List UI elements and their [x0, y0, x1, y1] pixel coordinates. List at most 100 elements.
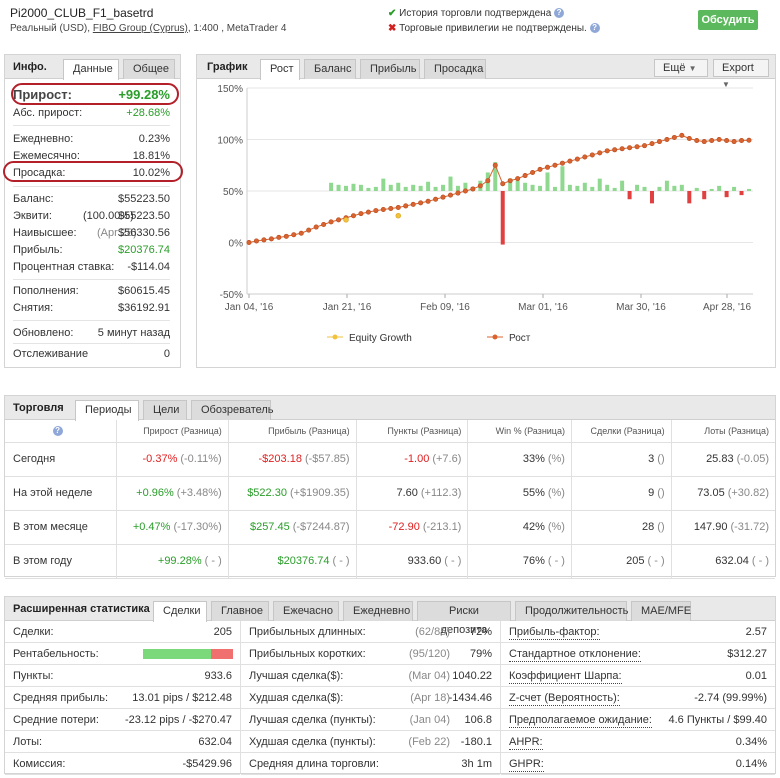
growth-point	[313, 224, 319, 230]
daily-bar	[582, 182, 587, 191]
cell-profit: $257.45 (-$7244.87)	[228, 510, 357, 545]
daily-bar	[702, 191, 707, 200]
legend-equity-label: Equity Growth	[349, 333, 412, 344]
tab-profit[interactable]: Прибыль	[360, 59, 420, 79]
stat-row: Коэффициент Шарпа: 0.01	[501, 665, 775, 687]
tab-general[interactable]: Общее	[123, 59, 175, 79]
table-header-row: ? Прирост (Разница) Прибыль (Разница) Пу…	[5, 420, 775, 443]
growth-chart: 150% 100% 50% 0% -50%Jan 04, '16 Jan 21, '16 F…	[217, 84, 753, 344]
growth-point	[724, 138, 730, 144]
daily-row: Ежедневно: 0.23%	[13, 133, 170, 145]
growth-point	[567, 158, 573, 164]
tab-goals[interactable]: Цели	[143, 400, 187, 420]
stat-label[interactable]: Стандартное отклонение:	[509, 647, 641, 662]
stat-row: Стандартное отклонение: $312.27	[501, 643, 775, 665]
account-title: Pi2000_CLUB_F1_basetrd	[10, 6, 154, 20]
cell-pips: -1.00 (+7.6)	[356, 442, 469, 477]
broker-link[interactable]: FIBO Group (Cyprus)	[93, 23, 188, 34]
tab-duration[interactable]: Продолжительность	[515, 601, 628, 621]
growth-point	[246, 240, 252, 246]
stat-meta: (Jan 04)	[409, 714, 450, 726]
status-verified: ✔ История торговли подтверждена ?	[388, 8, 565, 19]
highest-row: Наивысшее: (Apr 28) $56330.56	[13, 227, 170, 239]
stat-value: 0.01	[745, 670, 767, 682]
stat-value: 2.57	[745, 626, 767, 638]
tab-growth[interactable]: Рост	[260, 59, 300, 80]
cell-gain: -0.37% (-0.11%)	[116, 442, 229, 477]
x-tick-label: Mar 01, '16	[518, 302, 568, 313]
tab-deposit-risk[interactable]: Риски депозита	[417, 601, 511, 636]
growth-point	[716, 136, 722, 142]
discuss-button[interactable]: Обсудить	[698, 10, 758, 30]
growth-point	[321, 221, 327, 227]
extended-col-best-worst: Прибыльных длинных: (62/85) 72% Прибыльных …	[241, 621, 501, 775]
col-trades: Сделки (Разница)	[571, 420, 672, 443]
updated-row: Обновлено: 5 минут назад	[13, 327, 170, 339]
stat-label[interactable]: Z-счет (Вероятность):	[509, 691, 620, 706]
growth-point	[358, 211, 364, 217]
help-icon[interactable]: ?	[52, 426, 63, 437]
stat-label: Лучшая сделка (пункты):	[249, 714, 376, 726]
daily-bar	[575, 185, 580, 191]
stat-label: Прибыльных длинных:	[249, 626, 366, 638]
stat-label[interactable]: Прибыль-фактор:	[509, 625, 600, 640]
help-icon[interactable]: ?	[589, 23, 600, 34]
stat-value: 3h 1m	[461, 758, 492, 770]
stat-label[interactable]: Коэффициент Шарпа:	[509, 669, 622, 684]
daily-bar	[560, 166, 565, 191]
extended-panel-title: Расширенная статистика	[13, 603, 150, 615]
stat-meta: (Mar 04)	[408, 670, 450, 682]
growth-point	[612, 147, 618, 153]
growth-point	[306, 227, 312, 233]
tab-main[interactable]: Главное	[211, 601, 269, 621]
withdrawals-row: Снятия: $36192.91	[13, 302, 170, 314]
col-gain: Прирост (Разница)	[116, 420, 229, 443]
tab-daily[interactable]: Ежедневно	[343, 601, 413, 621]
tab-hourly[interactable]: Ежечасно	[273, 601, 339, 621]
stat-label[interactable]: GHPR:	[509, 757, 544, 772]
cell-trades: 3()	[571, 442, 672, 477]
stat-label[interactable]: AHPR:	[509, 735, 543, 750]
more-dropdown[interactable]: Ещё ▼	[654, 59, 708, 77]
stat-label: Пункты:	[13, 670, 54, 682]
daily-bar	[732, 186, 737, 191]
legend-equity-marker	[332, 334, 338, 340]
growth-point	[686, 135, 692, 141]
growth-point	[336, 217, 342, 223]
daily-bar	[545, 172, 550, 191]
export-dropdown[interactable]: Export ▼	[713, 59, 769, 89]
help-icon[interactable]: ?	[554, 8, 565, 19]
stat-value: -$5429.96	[182, 758, 232, 770]
cell-win: 33% (%)	[467, 442, 572, 477]
tab-drawdown[interactable]: Просадка	[424, 59, 486, 79]
tab-trades[interactable]: Сделки	[153, 601, 207, 622]
daily-bar	[620, 180, 625, 191]
equity-growth-point	[395, 213, 401, 219]
stat-label: Сделки:	[13, 626, 54, 638]
growth-point	[649, 141, 655, 147]
stat-row: Худшая сделка (пункты): (Feb 22) -180.1	[241, 731, 500, 753]
y-tick-label: 150%	[217, 84, 243, 95]
daily-bar	[373, 186, 378, 191]
daily-bar	[635, 184, 640, 191]
stat-value: 1040.22	[452, 670, 492, 682]
tab-data[interactable]: Данные	[63, 59, 119, 80]
growth-point	[403, 203, 409, 209]
daily-bar	[411, 184, 416, 191]
stat-label: Худшая сделка($):	[249, 692, 344, 704]
daily-bar	[642, 186, 647, 191]
growth-point	[418, 200, 424, 206]
stat-value: 0.14%	[735, 758, 767, 770]
tab-periods[interactable]: Периоды	[75, 400, 139, 421]
x-tick-label: Mar 30, '16	[616, 302, 666, 313]
tab-mae-mfe[interactable]: MAE/MFE	[631, 601, 691, 621]
growth-point	[627, 145, 633, 151]
daily-bar	[366, 187, 371, 191]
tab-balance[interactable]: Баланс	[304, 59, 356, 79]
tab-browser[interactable]: Обозреватель	[191, 400, 274, 420]
stat-label[interactable]: Предполагаемое ожидание:	[509, 713, 652, 728]
growth-point	[522, 173, 528, 179]
chart-panel: График Рост Баланс Прибыль Просадка Ещё …	[196, 54, 776, 368]
stat-value: 4.6 Пункты / $99.40	[668, 714, 767, 726]
status-not-verified: ✖ Торговые привилегии не подтверждены. ?	[388, 23, 600, 34]
